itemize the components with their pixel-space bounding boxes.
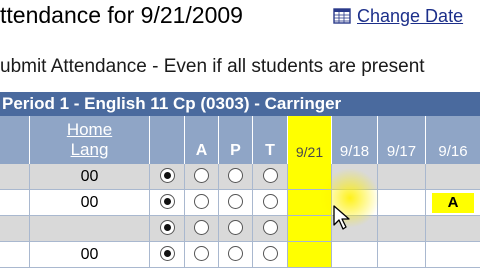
date-label: 9/18 (339, 143, 370, 160)
present-label: P (230, 142, 241, 159)
today-label: 9/21 (295, 144, 324, 160)
home-lang-value (29, 216, 149, 242)
present-radio[interactable] (228, 168, 243, 184)
tardy-radio-cell[interactable] (252, 164, 287, 190)
row-spacer (0, 242, 29, 268)
absent-radio-cell[interactable] (184, 164, 218, 190)
absent-radio[interactable] (194, 194, 209, 210)
student-row: 00 A (0, 190, 480, 216)
home-lang-value: 00 (29, 190, 149, 216)
history-cell (425, 242, 480, 268)
present-radio-cell[interactable] (218, 242, 252, 268)
student-row (0, 216, 480, 242)
history-cell (377, 216, 425, 242)
home-lang-value: 00 (29, 242, 149, 268)
header-date-2: 9/17 (377, 116, 425, 164)
history-cell (331, 242, 377, 268)
submit-notice: ubmit Attendance - Even if all students … (0, 56, 425, 77)
tardy-radio[interactable] (262, 220, 278, 236)
absent-radio-cell[interactable] (184, 190, 218, 216)
history-cell (377, 164, 425, 190)
history-cell (377, 190, 425, 216)
history-cell: A (425, 190, 480, 216)
history-cell (425, 164, 480, 190)
present-radio-cell[interactable] (218, 164, 252, 190)
tardy-radio[interactable] (262, 246, 278, 262)
header-tardy: T (252, 116, 287, 164)
history-cell (377, 242, 425, 268)
default-radio[interactable] (159, 168, 175, 184)
lang-label: Lang (70, 140, 109, 159)
present-radio[interactable] (228, 246, 243, 262)
present-radio-cell[interactable] (218, 216, 252, 242)
calendar-icon (333, 8, 351, 24)
absent-badge: A (432, 193, 474, 213)
mouse-pointer-icon (333, 205, 350, 230)
tardy-radio[interactable] (262, 168, 278, 184)
change-date-label: Change Date (357, 6, 464, 26)
present-radio[interactable] (228, 194, 243, 210)
student-row: 00 (0, 164, 480, 190)
header-absent: A (184, 116, 218, 164)
absent-radio-cell[interactable] (184, 242, 218, 268)
history-cell (425, 216, 480, 242)
absent-radio[interactable] (194, 168, 209, 184)
header-home-lang[interactable]: Home Lang (29, 116, 149, 164)
header-present: P (218, 116, 252, 164)
date-label: 9/17 (386, 143, 417, 160)
present-radio[interactable] (228, 220, 243, 236)
default-radio[interactable] (159, 194, 175, 210)
absent-radio[interactable] (194, 220, 209, 236)
default-radio[interactable] (159, 246, 175, 262)
default-radio-cell[interactable] (149, 164, 184, 190)
default-radio-cell[interactable] (149, 242, 184, 268)
today-cell (287, 242, 331, 268)
header-date-1: 9/18 (331, 116, 377, 164)
period-header: Period 1 - English 11 Cp (0303) - Carrin… (0, 92, 480, 116)
tardy-radio-cell[interactable] (252, 242, 287, 268)
absent-label: A (195, 142, 208, 159)
tardy-radio-cell[interactable] (252, 216, 287, 242)
page-title: ttendance for 9/21/2009 (0, 2, 243, 28)
today-cell (287, 216, 331, 242)
tardy-radio[interactable] (262, 194, 278, 210)
header-today: 9/21 (287, 116, 331, 164)
present-radio-cell[interactable] (218, 190, 252, 216)
row-spacer (0, 190, 29, 216)
row-spacer (0, 216, 29, 242)
absent-radio-cell[interactable] (184, 216, 218, 242)
change-date-link[interactable]: Change Date (333, 6, 463, 27)
row-spacer (0, 164, 29, 190)
attendance-grid: Period 1 - English 11 Cp (0303) - Carrin… (0, 92, 480, 270)
header-spacer (0, 116, 29, 164)
header-default (149, 116, 184, 164)
header-date-3: 9/16 (425, 116, 480, 164)
home-lang-sort-link[interactable]: Home Lang (30, 120, 149, 160)
tardy-label: T (265, 142, 275, 159)
student-row: 00 (0, 242, 480, 268)
home-lang-value: 00 (29, 164, 149, 190)
tardy-radio-cell[interactable] (252, 190, 287, 216)
default-radio-cell[interactable] (149, 190, 184, 216)
default-radio[interactable] (159, 220, 175, 236)
date-label: 9/16 (438, 143, 468, 160)
default-radio-cell[interactable] (149, 216, 184, 242)
absent-radio[interactable] (194, 246, 209, 262)
home-label: Home (66, 120, 113, 139)
